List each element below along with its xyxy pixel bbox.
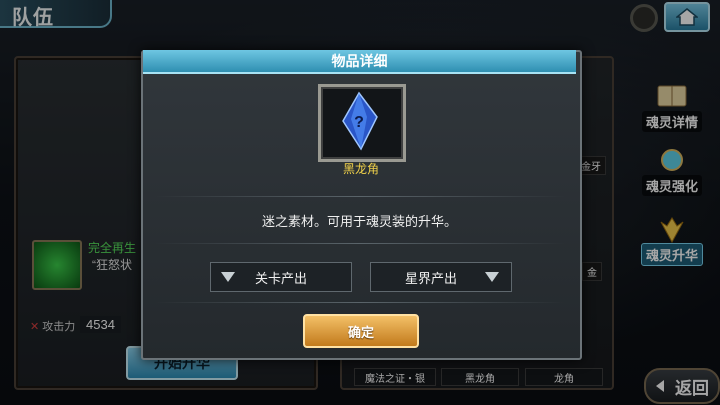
- confirm-button[interactable]: 确定: [303, 314, 419, 348]
- item-frame: ?: [318, 84, 406, 162]
- divider: [155, 196, 565, 197]
- item-description: 迷之素材。可用于魂灵装的升华。: [261, 214, 457, 229]
- dialog-title: 物品详细: [143, 50, 576, 74]
- dropdown-triangle-icon: [485, 272, 499, 282]
- dropdown-triangle-icon: [221, 272, 235, 282]
- stage-source-button[interactable]: 关卡产出: [210, 262, 352, 292]
- item-name: 黑龙角: [342, 162, 379, 176]
- divider: [155, 243, 565, 244]
- svg-text:?: ?: [354, 114, 364, 131]
- divider: [155, 302, 565, 303]
- astral-source-button[interactable]: 星界产出: [370, 262, 512, 292]
- black-dragon-horn-crystal-icon: ?: [342, 91, 378, 151]
